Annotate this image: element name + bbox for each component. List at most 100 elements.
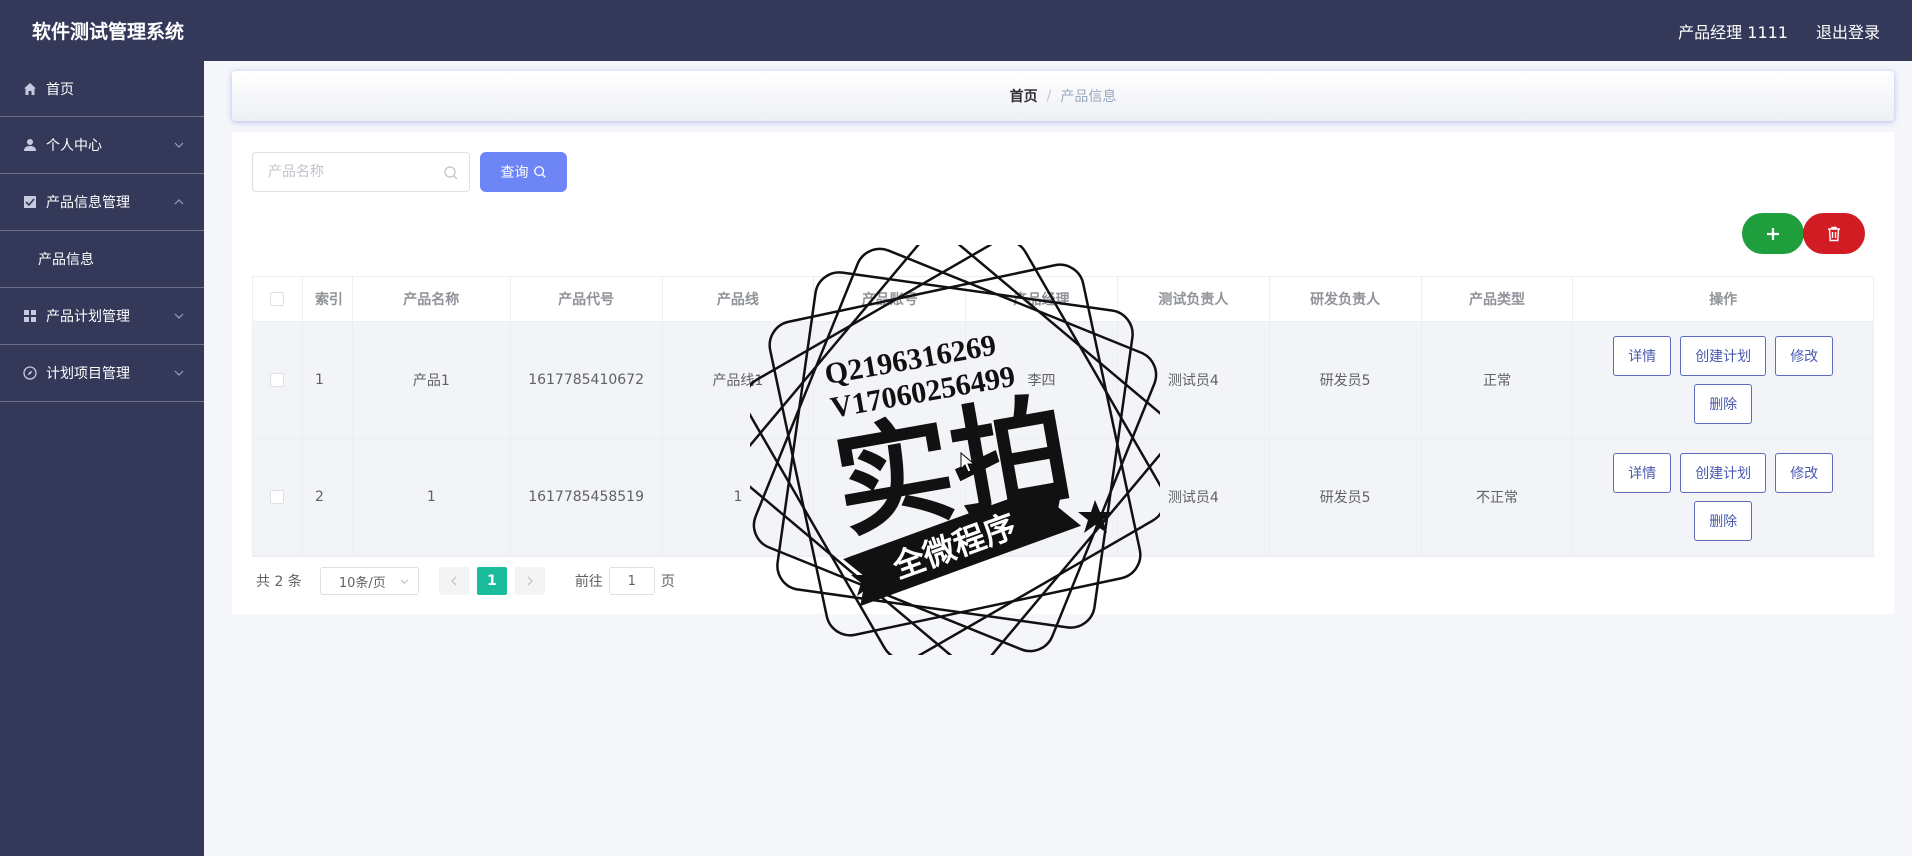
chevron-left-icon — [450, 576, 457, 586]
cell-product-line: 1 — [663, 439, 815, 555]
detail-button[interactable]: 详情 — [1613, 336, 1672, 376]
page-size-value: 10条/页 — [338, 575, 386, 591]
cell-test-lead: 测试员4 — [1118, 322, 1270, 438]
sidebar-item-label: 首页 — [46, 81, 74, 98]
chevron-down-icon — [174, 370, 184, 376]
pagination: 共 2 条 10条/页 1 前往 页 — [256, 567, 675, 595]
cell-index: 2 — [303, 439, 353, 555]
delete-button[interactable]: 删除 — [1694, 501, 1753, 541]
table-row: 2 1 1617785458519 1 李四 测试员4 研发员5 不正常 详情 … — [253, 439, 1873, 556]
sidebar-item-plan-project-management[interactable]: 计划项目管理 — [0, 345, 204, 402]
sidebar-item-label: 产品信息 — [38, 252, 94, 268]
grid-icon — [22, 308, 38, 324]
chevron-right-icon — [527, 576, 533, 586]
sidebar-item-label: 产品计划管理 — [46, 309, 130, 325]
chevron-up-icon — [174, 199, 184, 205]
table-header: 索引 产品名称 产品代号 产品线 产品账号 产品经理 测试负责人 研发负责人 产… — [253, 277, 1873, 322]
column-header: 产品线 — [663, 277, 815, 321]
cell-product-manager: 李四 — [966, 322, 1118, 438]
search-input[interactable] — [268, 164, 428, 180]
mouse-cursor-icon — [960, 452, 976, 473]
cell-product-account — [814, 439, 967, 555]
cell-product-code: 1617785410672 — [511, 322, 663, 438]
column-header: 产品代号 — [511, 277, 663, 321]
page-number[interactable]: 1 — [476, 567, 507, 595]
column-header: 操作 — [1709, 292, 1738, 308]
product-table: 索引 产品名称 产品代号 产品线 产品账号 产品经理 测试负责人 研发负责人 产… — [252, 276, 1874, 557]
logout-link[interactable]: 退出登录 — [1816, 19, 1880, 43]
sidebar-item-label: 个人中心 — [46, 138, 102, 154]
create-plan-button[interactable]: 创建计划 — [1680, 336, 1767, 376]
query-button[interactable]: 查询 — [480, 152, 567, 192]
next-page-button[interactable] — [514, 567, 545, 595]
home-icon — [22, 81, 38, 97]
sidebar: 首页 个人中心 产品信息管理 产品信息 产品计划管理 计划项目管理 — [0, 61, 204, 856]
cell-product-name: 1 — [353, 439, 511, 555]
edit-button[interactable]: 修改 — [1775, 453, 1834, 493]
column-header: 产品账号 — [814, 277, 967, 321]
column-header: 研发负责人 — [1270, 277, 1422, 321]
breadcrumb-home[interactable]: 首页 — [1010, 86, 1038, 106]
cell-product-line: 产品线1 — [663, 322, 815, 438]
cell-dev-lead: 研发员5 — [1270, 322, 1422, 438]
user-label: 产品经理 1111 — [1678, 22, 1788, 42]
cell-product-code: 1617785458519 — [511, 439, 663, 555]
sidebar-item-product-plan-management[interactable]: 产品计划管理 — [0, 288, 204, 345]
pagination-total: 共 2 条 — [256, 574, 302, 590]
column-header: 产品类型 — [1422, 277, 1574, 321]
delete-button[interactable]: 删除 — [1694, 384, 1753, 424]
main-panel: 查询 索引 产品名称 产品代号 产品线 产品账号 产品经理 测试负责人 研发负责… — [232, 132, 1894, 614]
select-all-checkbox[interactable] — [270, 292, 285, 306]
column-header: 产品名称 — [353, 277, 511, 321]
column-header: 测试负责人 — [1118, 277, 1270, 321]
detail-button[interactable]: 详情 — [1613, 453, 1672, 493]
page-size-select[interactable]: 10条/页 — [319, 567, 419, 595]
top-bar: 软件测试管理系统 产品经理 1111 退出登录 — [0, 0, 1912, 61]
create-plan-button[interactable]: 创建计划 — [1680, 453, 1767, 493]
search-icon — [444, 166, 458, 180]
batch-delete-button[interactable] — [1803, 213, 1865, 254]
cell-product-type: 不正常 — [1422, 439, 1574, 555]
breadcrumb-current: 产品信息 — [1060, 89, 1117, 105]
search-field[interactable] — [252, 152, 470, 192]
cell-actions: 详情 创建计划 修改 删除 — [1573, 439, 1873, 555]
goto-page-input[interactable] — [608, 567, 655, 595]
goto-prefix: 前往 — [574, 574, 603, 590]
edit-button[interactable]: 修改 — [1775, 336, 1834, 376]
prev-page-button[interactable] — [438, 567, 469, 595]
breadcrumb: 首页 / 产品信息 — [232, 71, 1894, 121]
trash-icon — [1828, 226, 1840, 241]
cell-product-type: 正常 — [1422, 322, 1574, 438]
cell-actions: 详情 创建计划 修改 删除 — [1573, 322, 1873, 438]
user-icon — [22, 137, 38, 153]
top-right-area: 产品经理 1111 退出登录 — [1678, 19, 1880, 43]
row-checkbox[interactable] — [270, 373, 285, 387]
cell-product-account — [814, 322, 967, 438]
column-header: 产品经理 — [966, 277, 1118, 321]
plus-icon — [1767, 227, 1779, 240]
breadcrumb-separator: / — [1046, 88, 1052, 104]
goto-page: 前往 页 — [575, 567, 675, 595]
cell-product-manager: 李四 — [966, 439, 1118, 555]
sidebar-item-product-info[interactable]: 产品信息 — [0, 231, 204, 288]
cell-index: 1 — [303, 322, 353, 438]
search-icon — [533, 166, 546, 178]
compass-icon — [22, 365, 38, 381]
sidebar-item-personal-center[interactable]: 个人中心 — [0, 117, 204, 174]
chevron-down-icon — [400, 579, 409, 585]
sidebar-item-home[interactable]: 首页 — [0, 61, 204, 117]
cell-product-name: 产品1 — [353, 322, 511, 438]
chevron-down-icon — [174, 142, 184, 148]
checkbox-icon — [22, 194, 38, 210]
row-checkbox[interactable] — [270, 490, 285, 504]
query-button-label: 查询 — [500, 165, 529, 181]
sidebar-item-label: 计划项目管理 — [46, 366, 130, 382]
add-button[interactable] — [1742, 213, 1804, 254]
goto-suffix: 页 — [660, 574, 675, 590]
column-header: 索引 — [303, 277, 353, 321]
cell-test-lead: 测试员4 — [1118, 439, 1270, 555]
table-row: 1 产品1 1617785410672 产品线1 李四 测试员4 研发员5 正常… — [253, 322, 1873, 439]
sidebar-item-product-info-management[interactable]: 产品信息管理 — [0, 174, 204, 231]
chevron-down-icon — [174, 313, 184, 319]
app-title: 软件测试管理系统 — [32, 21, 185, 43]
